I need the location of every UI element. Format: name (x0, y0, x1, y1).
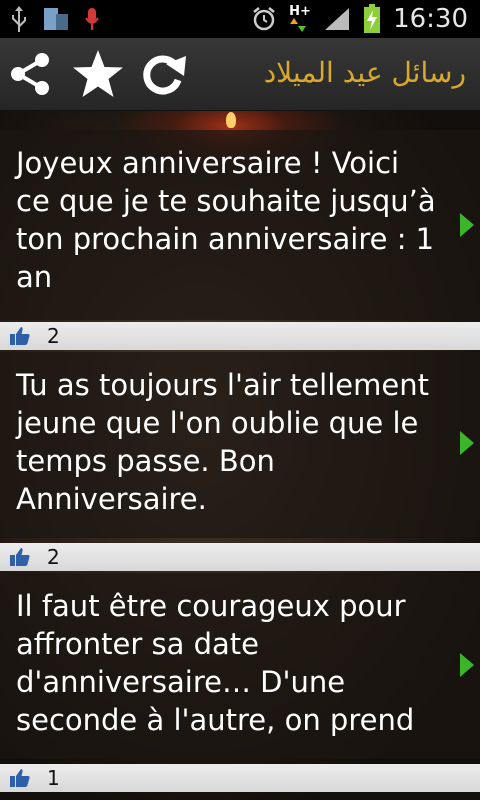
share-icon (11, 53, 49, 95)
signal-icon (325, 8, 350, 30)
like-count: 2 (47, 324, 60, 348)
refresh-icon (143, 55, 186, 95)
next-arrow-icon[interactable] (460, 653, 474, 677)
app-toolbar: رسائل عيد الميلاد (0, 38, 480, 111)
message-card[interactable]: Joyeux anniversaire ! Voici ce que je te… (0, 130, 480, 320)
thumbs-up-icon (10, 769, 30, 787)
alarm-icon (253, 7, 275, 31)
like-bar[interactable]: 1 (0, 764, 480, 792)
message-text: Il faut être courageux pour affronter sa… (16, 589, 415, 737)
like-count: 1 (47, 766, 60, 790)
message-card[interactable]: Il faut être courageux pour affronter sa… (0, 573, 480, 759)
thumbs-up-icon (10, 548, 30, 566)
microphone-icon (85, 8, 99, 30)
refresh-button[interactable] (136, 48, 188, 100)
battery-charging-icon (364, 4, 381, 33)
message-card[interactable]: Tu as toujours l'air tellement jeune que… (0, 352, 480, 538)
network-type-indicator: H+ (289, 4, 311, 34)
like-count: 2 (47, 545, 60, 569)
usb-icon (12, 6, 26, 32)
data-transfer-icon (290, 18, 307, 32)
candle-flame (226, 112, 236, 128)
favorite-button[interactable] (70, 48, 123, 100)
app-title: رسائل عيد الميلاد (263, 56, 466, 89)
next-arrow-icon[interactable] (460, 431, 474, 455)
storage-icon (44, 8, 68, 30)
star-icon (73, 50, 123, 97)
next-arrow-icon[interactable] (460, 213, 474, 237)
thumbs-up-icon (10, 327, 30, 345)
share-button[interactable] (4, 48, 56, 100)
like-bar[interactable]: 2 (0, 322, 480, 350)
message-text: Tu as toujours l'air tellement jeune que… (16, 368, 429, 516)
status-bar: H+ 16:30 (0, 0, 480, 38)
message-text: Joyeux anniversaire ! Voici ce que je te… (16, 146, 436, 294)
like-bar[interactable]: 2 (0, 543, 480, 571)
status-time: 16:30 (393, 4, 468, 34)
